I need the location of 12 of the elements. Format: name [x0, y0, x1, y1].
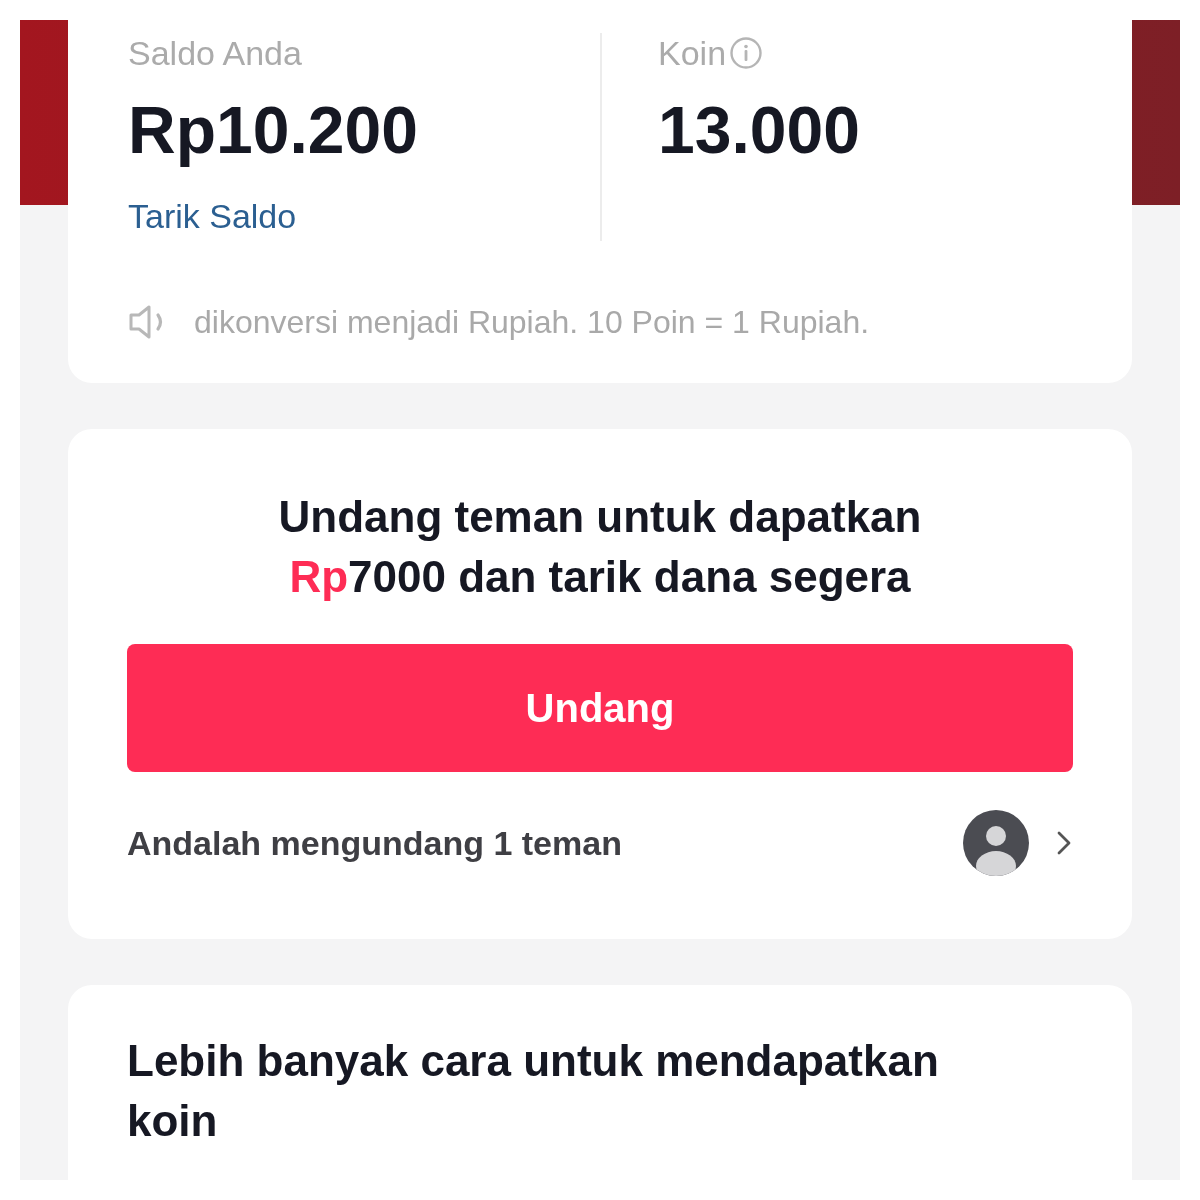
- balance-amount: Rp10.200: [128, 92, 419, 169]
- coins-label: Koin: [658, 33, 727, 73]
- withdraw-link[interactable]: Tarik Saldo: [128, 196, 297, 236]
- invite-title: Undang teman untuk dapatkan Rp7000 dan tarik dana segera: [277, 491, 923, 603]
- chevron-right-icon[interactable]: [1055, 830, 1073, 856]
- conversion-notice: dikonversi menjadi Rupiah. 10 Poin = 1 Rupiah.: [194, 303, 870, 342]
- more-ways-title: Lebih banyak cara untuk mendapatkan koin: [127, 1035, 940, 1147]
- coins-amount: 13.000: [658, 92, 860, 169]
- avatar-icon: [963, 810, 1029, 876]
- invited-count-text: Andalah mengundang 1 teman: [127, 823, 622, 863]
- invite-button[interactable]: Undang: [127, 644, 1073, 772]
- balance-label: Saldo Anda: [128, 33, 303, 73]
